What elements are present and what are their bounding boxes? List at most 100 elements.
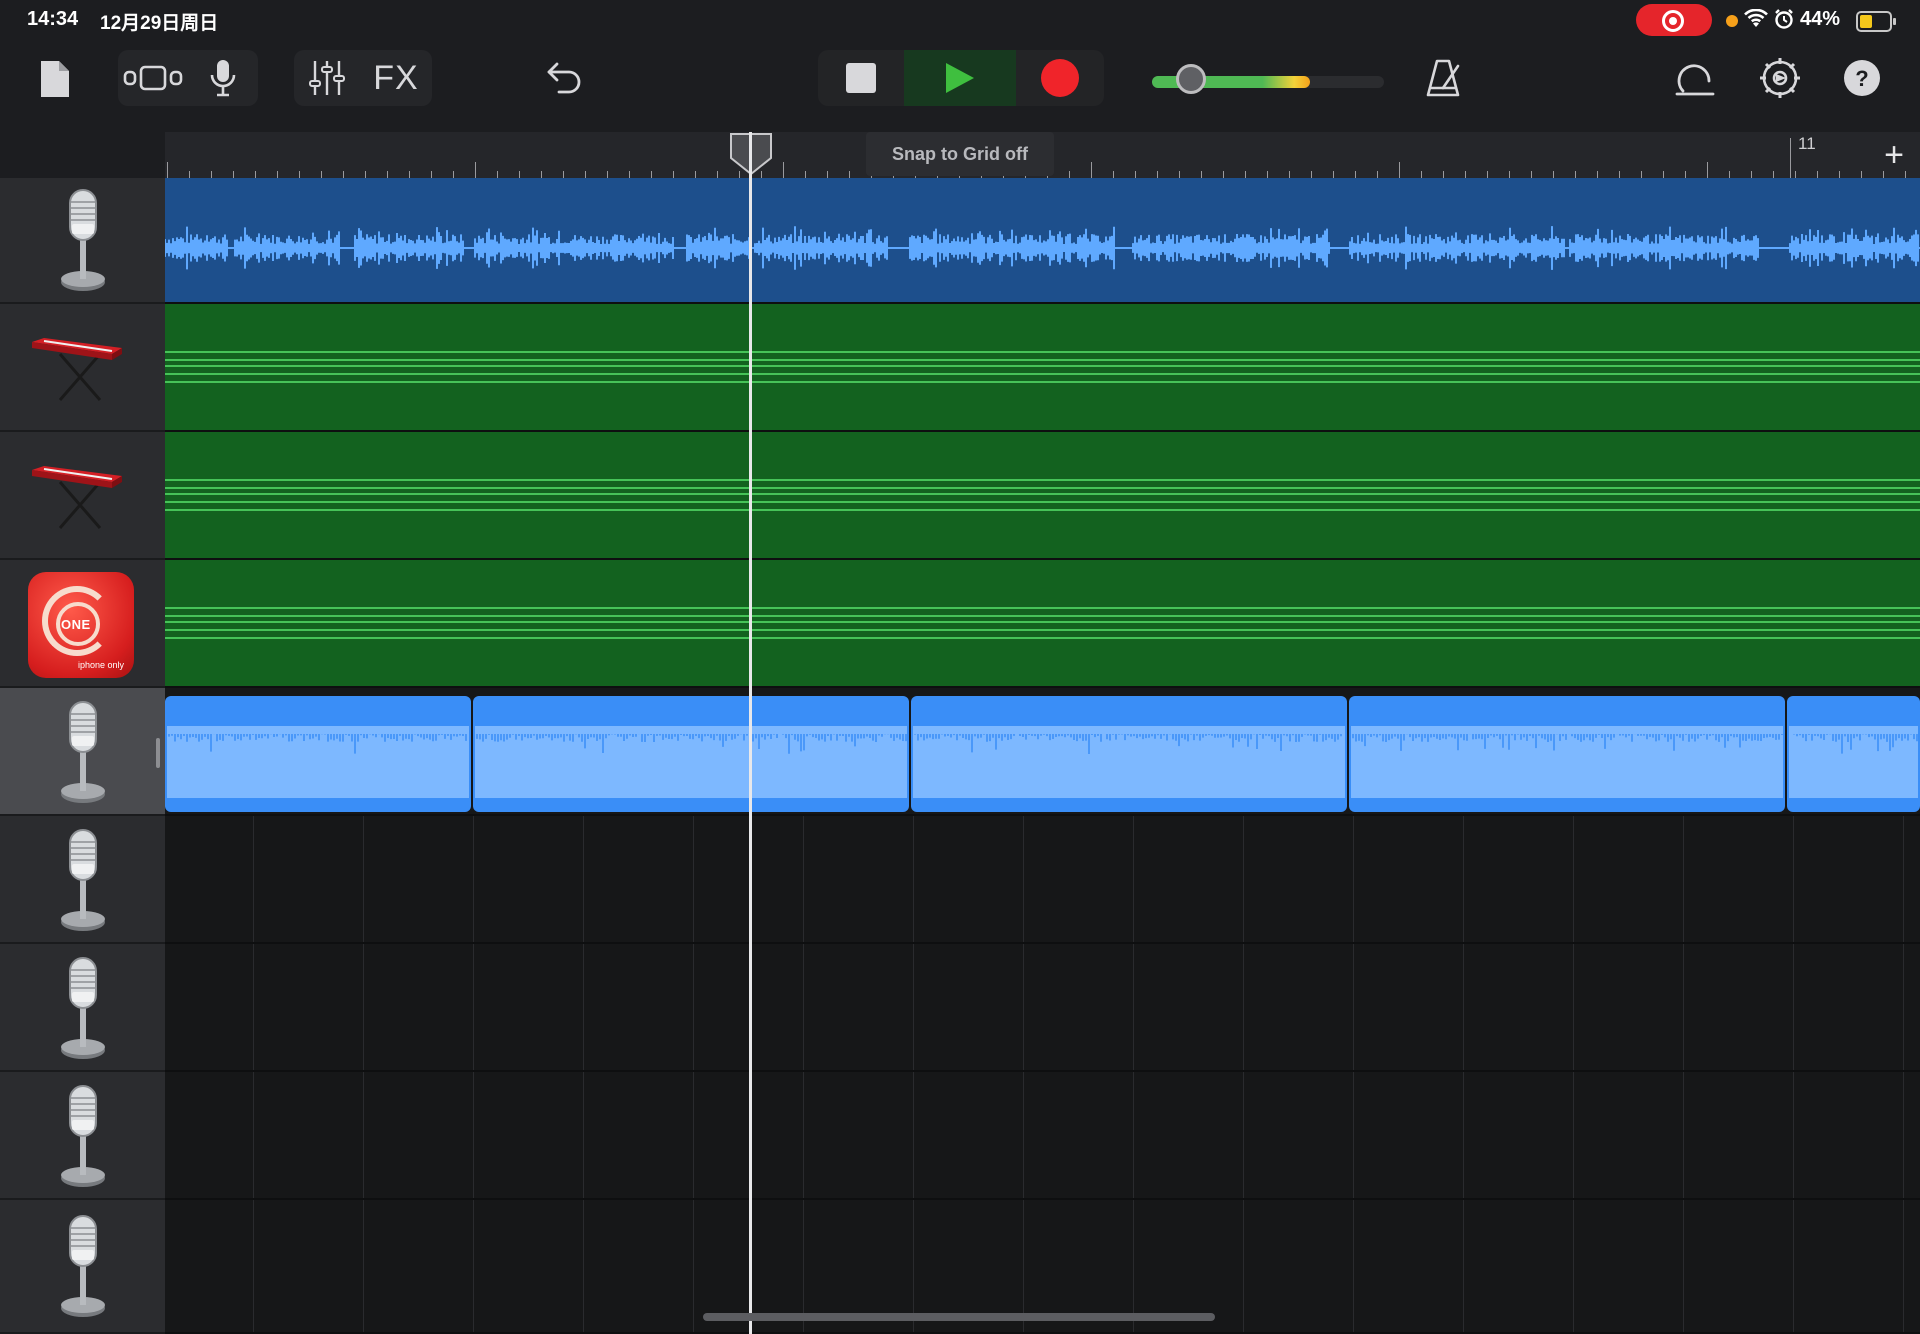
grid-line bbox=[253, 816, 254, 942]
ruler-tick bbox=[409, 171, 410, 178]
metronome-button[interactable] bbox=[1420, 52, 1466, 104]
track-header-audio-2[interactable] bbox=[0, 688, 165, 816]
track-header-audio-5[interactable] bbox=[0, 1072, 165, 1200]
stop-button[interactable] bbox=[818, 50, 904, 106]
track-header-keyboard-1[interactable] bbox=[0, 304, 165, 432]
lane-audio-5[interactable] bbox=[165, 1072, 1920, 1200]
ruler-tick bbox=[1333, 171, 1334, 178]
grid-line bbox=[803, 816, 804, 942]
ruler-tick bbox=[1553, 171, 1554, 178]
grid-line bbox=[1243, 1072, 1244, 1198]
ruler-tick bbox=[1223, 171, 1224, 178]
settings-button[interactable] bbox=[1756, 52, 1804, 104]
ruler-tick bbox=[321, 171, 322, 178]
track-resize-handle[interactable] bbox=[156, 738, 160, 768]
ruler-tick bbox=[673, 171, 674, 178]
ruler-tick bbox=[563, 171, 564, 178]
ruler-tick bbox=[1421, 171, 1422, 178]
track-header-audio-1[interactable] bbox=[0, 178, 165, 304]
lane-keyboard-2[interactable] bbox=[165, 432, 1920, 560]
ruler-tick bbox=[1267, 171, 1268, 178]
master-volume-slider[interactable] bbox=[1152, 64, 1384, 94]
horizontal-scroll-indicator[interactable] bbox=[703, 1313, 1215, 1321]
ruler-tick bbox=[1245, 171, 1246, 178]
audio-region[interactable] bbox=[911, 696, 1347, 812]
screen-recording-indicator[interactable] bbox=[1636, 4, 1712, 36]
midi-notes bbox=[165, 607, 1920, 639]
loop-browser-button[interactable] bbox=[1670, 52, 1720, 104]
record-icon bbox=[1041, 59, 1079, 97]
track-header-keyboard-2[interactable] bbox=[0, 432, 165, 560]
grid-line bbox=[1573, 1072, 1574, 1198]
ruler-tick bbox=[1113, 171, 1114, 178]
ruler-tick bbox=[1289, 171, 1290, 178]
lane-audio-1[interactable] bbox=[165, 178, 1920, 304]
grid-line bbox=[1023, 816, 1024, 942]
audio-region[interactable] bbox=[165, 178, 1920, 302]
record-button[interactable] bbox=[1016, 50, 1104, 106]
track-header-audio-6[interactable] bbox=[0, 1200, 165, 1334]
ruler-tick bbox=[1377, 171, 1378, 178]
fx-button[interactable]: FX bbox=[360, 50, 432, 106]
one-app-icon: ONE iphone only bbox=[28, 572, 134, 678]
track-controls-button[interactable] bbox=[294, 50, 360, 106]
help-button[interactable]: ? bbox=[1840, 56, 1884, 100]
alarm-icon bbox=[1775, 9, 1793, 29]
midi-region[interactable] bbox=[165, 304, 1920, 430]
add-section-button[interactable]: + bbox=[1872, 133, 1916, 177]
play-button[interactable] bbox=[904, 50, 1016, 106]
grid-line bbox=[1683, 816, 1684, 942]
browser-button[interactable] bbox=[118, 50, 188, 106]
ruler-tick bbox=[1157, 171, 1158, 178]
ruler-tick bbox=[849, 171, 850, 178]
grid-line bbox=[253, 1200, 254, 1332]
microphone-icon bbox=[210, 60, 236, 97]
undo-button[interactable] bbox=[540, 52, 590, 104]
grid-line bbox=[1353, 1072, 1354, 1198]
ruler-tick bbox=[1861, 171, 1862, 178]
battery-icon bbox=[1856, 11, 1896, 32]
midi-region[interactable] bbox=[165, 560, 1920, 686]
ruler-tick bbox=[1399, 162, 1400, 178]
ruler-tick bbox=[1641, 171, 1642, 178]
ruler-tick bbox=[189, 171, 190, 178]
lane-one-app[interactable] bbox=[165, 560, 1920, 688]
transport-controls bbox=[818, 50, 1104, 106]
audio-region[interactable] bbox=[165, 696, 471, 812]
track-header-audio-4[interactable] bbox=[0, 944, 165, 1072]
lane-keyboard-1[interactable] bbox=[165, 304, 1920, 432]
microphone-icon bbox=[61, 1215, 105, 1317]
toolbar: FX bbox=[0, 40, 1920, 132]
lane-audio-3[interactable] bbox=[165, 816, 1920, 944]
grid-line bbox=[1903, 1200, 1904, 1332]
audio-region[interactable] bbox=[1349, 696, 1785, 812]
grid-line bbox=[1243, 944, 1244, 1070]
my-songs-button[interactable] bbox=[32, 52, 78, 106]
grid-line bbox=[1133, 944, 1134, 1070]
grid-line bbox=[1243, 816, 1244, 942]
status-bar: 14:34 12月29日周日 44% bbox=[0, 0, 1920, 40]
grid-line bbox=[803, 944, 804, 1070]
grid-line bbox=[1903, 1072, 1904, 1198]
status-time: 14:34 bbox=[27, 8, 79, 30]
lane-audio-4[interactable] bbox=[165, 944, 1920, 1072]
undo-icon bbox=[547, 62, 581, 94]
grid-line bbox=[473, 1200, 474, 1332]
grid-line bbox=[693, 816, 694, 942]
audio-region[interactable] bbox=[1787, 696, 1920, 812]
grid-line bbox=[583, 944, 584, 1070]
grid-line bbox=[803, 1072, 804, 1198]
play-icon bbox=[946, 63, 974, 93]
volume-slider-thumb[interactable] bbox=[1176, 64, 1206, 94]
midi-region[interactable] bbox=[165, 432, 1920, 558]
track-header-audio-3[interactable] bbox=[0, 816, 165, 944]
smart-controls-button[interactable] bbox=[188, 50, 258, 106]
one-app-label: ONE bbox=[61, 617, 91, 632]
ruler-tick bbox=[1619, 171, 1620, 178]
grid-line bbox=[363, 1072, 364, 1198]
lane-audio-2[interactable] bbox=[165, 688, 1920, 816]
audio-region[interactable] bbox=[473, 696, 909, 812]
ruler-tick bbox=[717, 171, 718, 178]
ruler-tick bbox=[695, 171, 696, 178]
grid-line bbox=[693, 1200, 694, 1332]
